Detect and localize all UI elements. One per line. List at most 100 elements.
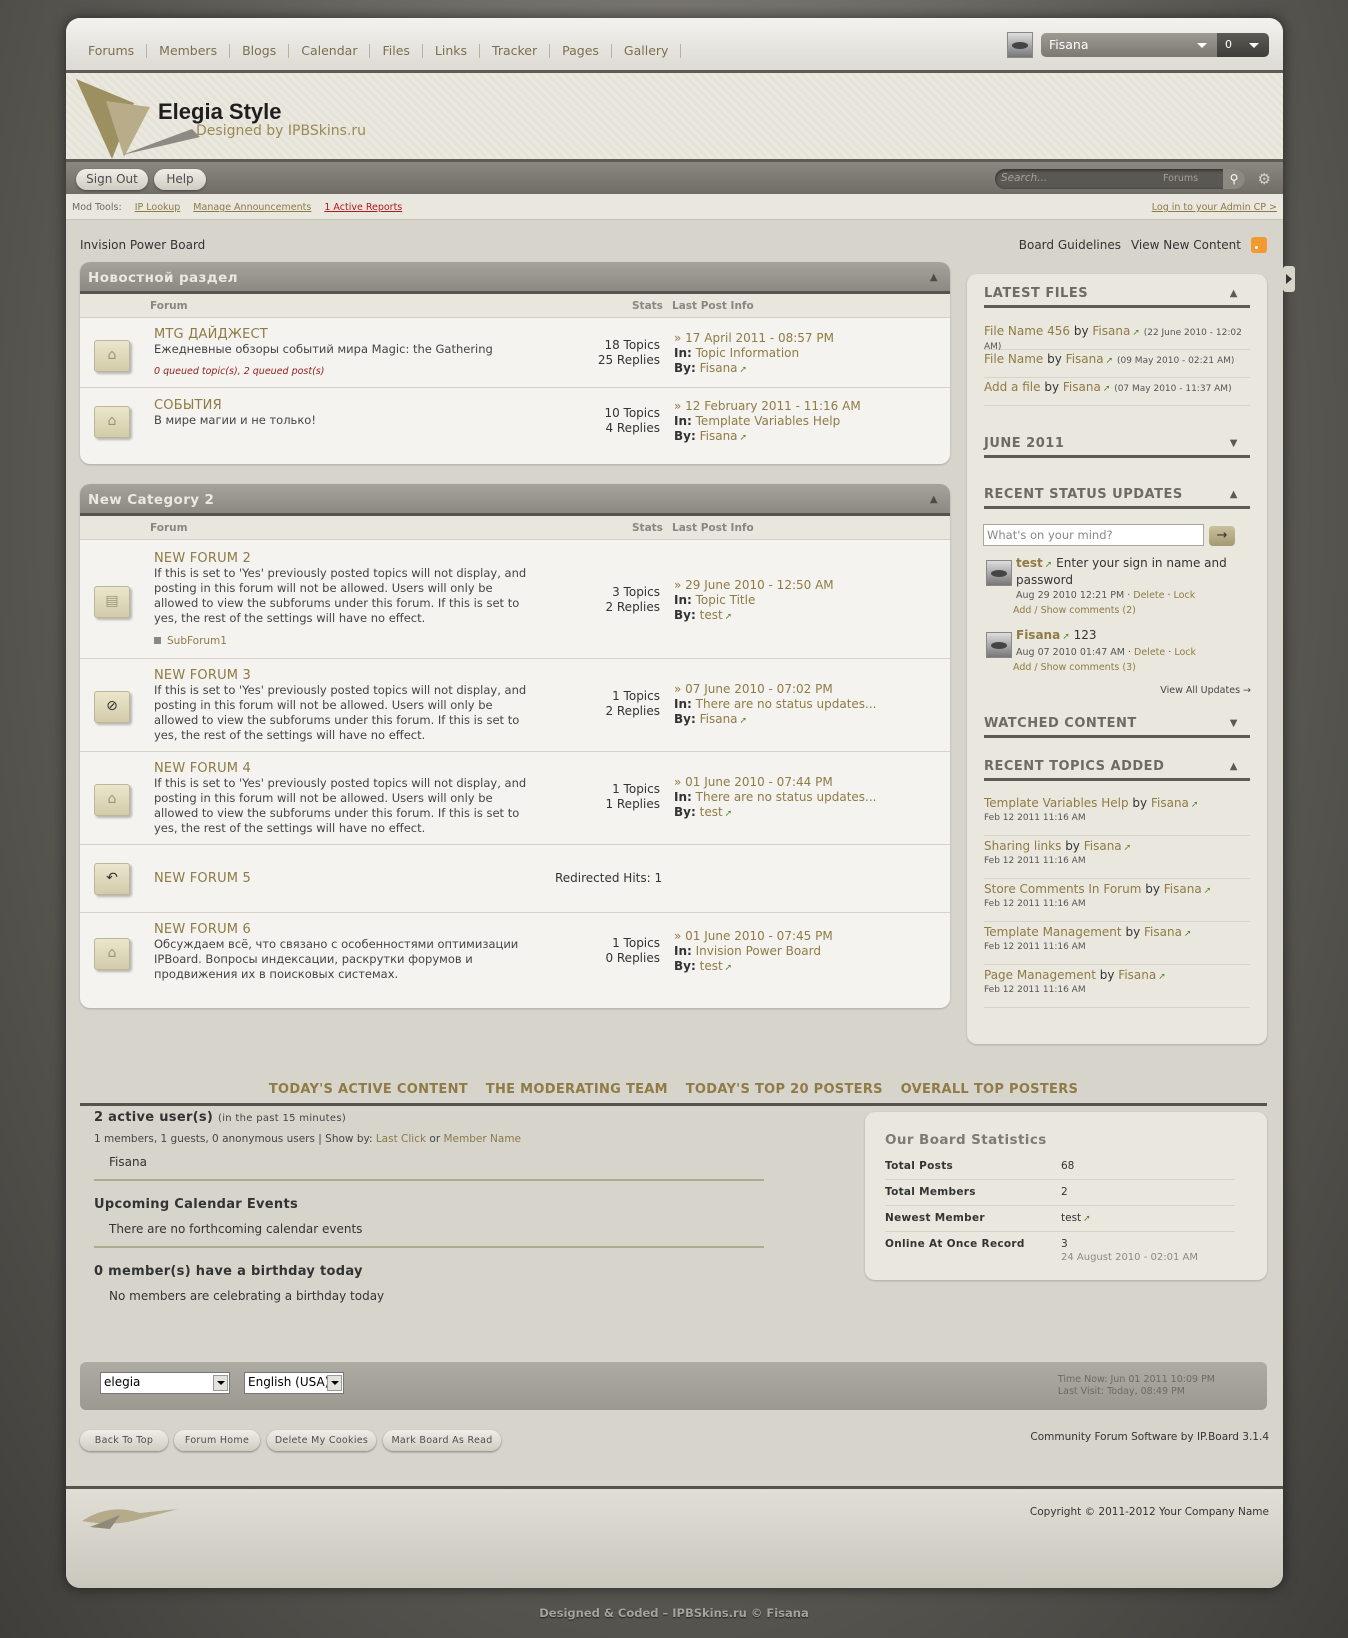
last-post-date[interactable]: 17 April 2011 - 08:57 PM <box>685 331 834 345</box>
last-post-author[interactable]: Fisana <box>700 712 738 726</box>
tab-active-content[interactable]: TODAY'S ACTIVE CONTENT <box>269 1070 468 1097</box>
last-post-date[interactable]: 12 February 2011 - 11:16 AM <box>685 399 861 413</box>
tab-top-20-posters[interactable]: TODAY'S TOP 20 POSTERS <box>686 1070 883 1097</box>
ip-lookup-link[interactable]: IP Lookup <box>135 202 181 213</box>
topic-link[interactable]: Template Management <box>984 925 1122 939</box>
tab-overall-top-posters[interactable]: OVERALL TOP POSTERS <box>901 1070 1079 1097</box>
external-link-icon[interactable]: ➚ <box>1204 886 1212 896</box>
rss-icon[interactable] <box>1251 237 1267 253</box>
file-author[interactable]: Fisana <box>1063 380 1101 394</box>
external-link-icon[interactable]: ➚ <box>740 363 748 378</box>
topic-link[interactable]: Store Comments In Forum <box>984 882 1141 896</box>
user-menu-dropdown[interactable]: Fisana <box>1041 33 1217 57</box>
powered-by-link[interactable]: Community Forum Software by IP.Board 3.1… <box>1030 1431 1269 1443</box>
status-lock-link[interactable]: Lock <box>1174 647 1196 658</box>
collapse-icon[interactable]: ▲ <box>930 484 938 516</box>
topic-link[interactable]: Template Variables Help <box>984 796 1129 810</box>
sidebar-toggle-icon[interactable] <box>1283 266 1295 292</box>
last-post-topic[interactable]: Topic Information <box>696 346 799 360</box>
status-comments-link[interactable]: Add / Show comments (3) <box>1013 660 1246 675</box>
forum-title[interactable]: NEW FORUM 6 <box>154 922 251 937</box>
search-box[interactable]: Search... Forums ⚲ <box>995 169 1245 189</box>
sort-member-name-link[interactable]: Member Name <box>444 1133 522 1145</box>
forum-title[interactable]: NEW FORUM 4 <box>154 761 251 776</box>
nav-forums[interactable]: Forums <box>76 44 148 58</box>
last-post-topic[interactable]: There are no status updates... <box>696 790 877 804</box>
external-link-icon[interactable]: ➚ <box>725 610 733 625</box>
external-link-icon[interactable]: ➚ <box>725 807 733 822</box>
topic-author[interactable]: Fisana <box>1118 968 1156 982</box>
category-title[interactable]: Новостной раздел <box>88 270 238 286</box>
file-link[interactable]: File Name 456 <box>984 324 1070 338</box>
topic-author[interactable]: Fisana <box>1084 839 1122 853</box>
topic-author[interactable]: Fisana <box>1164 882 1202 896</box>
external-link-icon[interactable]: ➚ <box>1191 800 1199 810</box>
last-post-topic[interactable]: Template Variables Help <box>696 414 841 428</box>
board-guidelines-link[interactable]: Board Guidelines <box>1019 238 1121 252</box>
nav-files[interactable]: Files <box>370 44 423 58</box>
status-delete-link[interactable]: Delete <box>1134 647 1165 658</box>
external-link-icon[interactable]: ➚ <box>740 714 748 729</box>
status-input[interactable]: What's on your mind? <box>983 524 1204 546</box>
forum-title[interactable]: MTG ДАЙДЖЕСТ <box>154 327 268 342</box>
notifications-dropdown[interactable]: 0 <box>1217 33 1269 57</box>
status-submit-button[interactable]: → <box>1209 526 1235 546</box>
expand-icon[interactable]: ▼ <box>1230 438 1238 449</box>
designer-credit[interactable]: Designed & Coded – IPBSkins.ru © Fisana <box>0 1606 1348 1620</box>
nav-calendar[interactable]: Calendar <box>289 44 371 58</box>
nav-members[interactable]: Members <box>147 44 231 58</box>
user-avatar[interactable] <box>1007 32 1033 58</box>
forum-home-button[interactable]: Forum Home <box>174 1430 260 1451</box>
file-link[interactable]: Add a file <box>984 380 1041 394</box>
calendar-title[interactable]: JUNE 2011 <box>984 436 1064 451</box>
language-select[interactable]: English (USA) <box>244 1372 344 1394</box>
nav-blogs[interactable]: Blogs <box>230 44 290 58</box>
last-post-date[interactable]: 07 June 2010 - 07:02 PM <box>685 682 833 696</box>
active-user-link[interactable]: Fisana <box>94 1155 794 1169</box>
admin-cp-link[interactable]: Log in to your Admin CP > <box>1152 202 1277 213</box>
file-author[interactable]: Fisana <box>1092 324 1130 338</box>
view-new-content-link[interactable]: View New Content <box>1131 238 1241 252</box>
watched-content-title[interactable]: WATCHED CONTENT <box>984 716 1137 731</box>
external-link-icon[interactable]: ➚ <box>1045 558 1053 573</box>
active-reports-link[interactable]: 1 Active Reports <box>324 202 402 213</box>
nav-tracker[interactable]: Tracker <box>480 44 551 58</box>
external-link-icon[interactable]: ➚ <box>1103 384 1111 394</box>
collapse-icon[interactable]: ▲ <box>1230 489 1238 500</box>
search-button[interactable]: ⚲ <box>1223 169 1245 189</box>
search-input[interactable]: Search... <box>1001 172 1047 184</box>
topic-author[interactable]: Fisana <box>1151 796 1189 810</box>
status-updates-title[interactable]: RECENT STATUS UPDATES <box>984 487 1183 502</box>
topic-author[interactable]: Fisana <box>1144 925 1182 939</box>
newest-member-link[interactable]: test ➚ <box>1061 1212 1091 1224</box>
forum-title[interactable]: СОБЫТИЯ <box>154 398 222 413</box>
manage-announcements-link[interactable]: Manage Announcements <box>193 202 311 213</box>
external-link-icon[interactable]: ➚ <box>1106 356 1114 366</box>
last-post-author[interactable]: Fisana <box>700 429 738 443</box>
last-post-topic[interactable]: Invision Power Board <box>696 944 821 958</box>
last-post-author[interactable]: test <box>700 608 723 622</box>
external-link-icon[interactable]: ➚ <box>1132 328 1140 338</box>
file-author[interactable]: Fisana <box>1066 352 1104 366</box>
forum-title[interactable]: NEW FORUM 3 <box>154 668 251 683</box>
forum-title[interactable]: NEW FORUM 2 <box>154 551 251 566</box>
external-link-icon[interactable]: ➚ <box>1158 972 1166 982</box>
last-post-date[interactable]: 01 June 2010 - 07:45 PM <box>685 929 833 943</box>
queued-count[interactable]: 0 queued topic(s), 2 queued post(s) <box>154 366 324 377</box>
sign-out-button[interactable]: Sign Out <box>76 169 148 190</box>
search-scope[interactable]: Forums <box>1163 173 1198 184</box>
nav-pages[interactable]: Pages <box>550 44 612 58</box>
last-post-author[interactable]: test <box>700 959 723 973</box>
back-to-top-button[interactable]: Back To Top <box>80 1430 168 1451</box>
help-button[interactable]: Help <box>154 169 206 190</box>
external-link-icon[interactable]: ➚ <box>1184 929 1192 939</box>
forum-title[interactable]: NEW FORUM 5 <box>154 871 251 886</box>
recent-topics-title[interactable]: RECENT TOPICS ADDED <box>984 759 1164 774</box>
status-delete-link[interactable]: Delete <box>1133 590 1164 601</box>
breadcrumb[interactable]: Invision Power Board <box>80 238 205 252</box>
mark-read-button[interactable]: Mark Board As Read <box>383 1430 501 1451</box>
nav-links[interactable]: Links <box>423 44 481 58</box>
file-link[interactable]: File Name <box>984 352 1043 366</box>
last-post-author[interactable]: Fisana <box>700 361 738 375</box>
subforum-link[interactable]: SubForum1 <box>154 635 227 647</box>
